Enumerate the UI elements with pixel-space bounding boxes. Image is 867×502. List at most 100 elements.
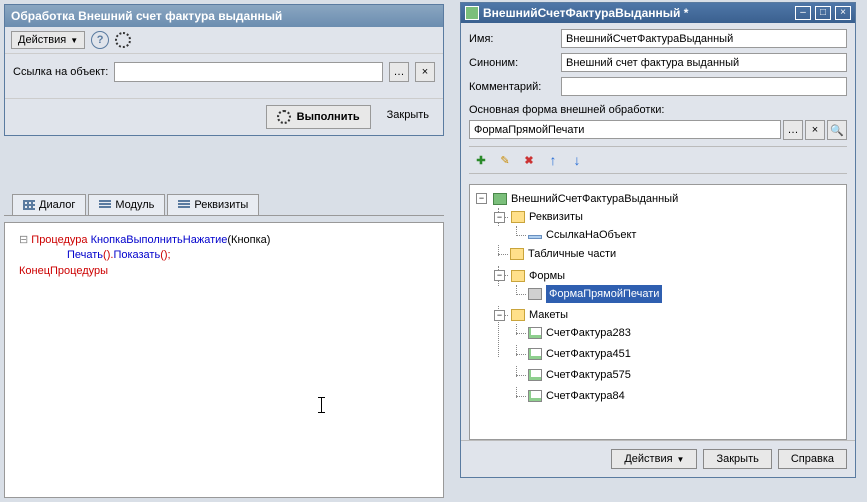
code-proc-name: КнопкаВыполнитьНажатие <box>91 234 228 246</box>
tab-requisites[interactable]: Реквизиты <box>167 194 259 215</box>
close-window-button[interactable]: × <box>835 6 851 20</box>
folder-icon <box>511 309 525 321</box>
execute-label: Выполнить <box>297 111 360 123</box>
tree-layout-item[interactable]: СчетФактура451 <box>528 345 631 363</box>
delete-item-button[interactable]: ✖ <box>519 150 539 170</box>
tree-form1-label: ФормаПрямойПечати <box>546 285 662 303</box>
collapse-icon[interactable]: − <box>476 193 487 204</box>
tree-reflink-label: СсылкаНаОбъект <box>546 226 636 244</box>
tree-forms[interactable]: −Формы <box>510 267 565 285</box>
tab-dialog-label: Диалог <box>39 199 75 211</box>
layout-icon <box>528 369 542 381</box>
code-call-1: Печать <box>67 249 103 261</box>
maximize-button[interactable]: □ <box>815 6 831 20</box>
minimize-button[interactable]: – <box>795 6 811 20</box>
footer-actions-label: Действия <box>624 453 672 465</box>
layout-icon <box>528 348 542 360</box>
tree-layout-item[interactable]: СчетФактура84 <box>528 387 625 405</box>
code-params: (Кнопка) <box>227 234 270 246</box>
object-tree[interactable]: −ВнешнийСчетФактураВыданный −Реквизиты С… <box>469 184 847 440</box>
tree-form-item[interactable]: ФормаПрямойПечати <box>528 285 662 303</box>
ref-object-label: Ссылка на объект: <box>13 66 108 78</box>
folder-icon <box>510 248 524 260</box>
tree-reflink[interactable]: СсылкаНаОбъект <box>528 226 636 244</box>
window-app-icon <box>465 6 479 20</box>
help-icon[interactable]: ? <box>91 31 109 49</box>
edit-item-button[interactable]: ✎ <box>495 150 515 170</box>
name-label: Имя: <box>469 33 557 45</box>
layout-icon <box>528 327 542 339</box>
add-item-button[interactable]: ✚ <box>471 150 491 170</box>
footer-actions-button[interactable]: Действия ▼ <box>611 449 697 469</box>
text-caret-icon <box>321 397 322 413</box>
collapse-icon[interactable]: − <box>494 212 505 223</box>
mainform-search-button[interactable]: 🔍 <box>827 120 847 140</box>
select-ref-button[interactable]: … <box>389 62 409 82</box>
tree-layout-item[interactable]: СчетФактура283 <box>528 324 631 342</box>
execute-button[interactable]: Выполнить <box>266 105 371 129</box>
comment-input[interactable] <box>561 77 847 96</box>
chevron-down-icon: ▼ <box>677 455 685 464</box>
properties-window: ВнешнийСчетФактураВыданный * – □ × Имя: … <box>460 2 856 478</box>
object-icon <box>493 193 507 205</box>
tab-module[interactable]: Модуль <box>88 194 165 215</box>
tab-dialog[interactable]: Диалог <box>12 194 86 215</box>
tree-requisites-label: Реквизиты <box>529 208 583 226</box>
move-down-button[interactable]: ↓ <box>567 150 587 170</box>
code-op-1: (). <box>103 249 113 261</box>
requisites-icon <box>178 200 190 210</box>
synonym-input[interactable] <box>561 53 847 72</box>
properties-footer: Действия ▼ Закрыть Справка <box>461 440 855 477</box>
tree-l1-label: СчетФактура283 <box>546 324 631 342</box>
tree-layouts-label: Макеты <box>529 306 568 324</box>
properties-title: ВнешнийСчетФактураВыданный * <box>483 6 791 20</box>
chevron-down-icon: ▼ <box>70 36 78 45</box>
mainform-browse-button[interactable]: … <box>783 120 803 140</box>
synonym-label: Синоним: <box>469 57 557 69</box>
tree-tabparts[interactable]: Табличные части <box>510 245 616 263</box>
processing-toolbar: Действия ▼ ? <box>5 27 443 54</box>
actions-dropdown[interactable]: Действия ▼ <box>11 31 85 49</box>
close-button[interactable]: Закрыть <box>379 105 437 129</box>
code-op-2: (); <box>160 249 170 261</box>
move-up-button[interactable]: ↑ <box>543 150 563 170</box>
field-icon <box>528 235 542 239</box>
execute-icon <box>277 110 291 124</box>
name-input[interactable] <box>561 29 847 48</box>
editor-tabs: Диалог Модуль Реквизиты <box>4 194 444 216</box>
collapse-icon[interactable]: − <box>494 310 505 321</box>
tree-root[interactable]: −ВнешнийСчетФактураВыданный <box>492 190 678 208</box>
folder-icon <box>511 211 525 223</box>
tree-forms-label: Формы <box>529 267 565 285</box>
form-icon <box>528 288 542 300</box>
mainform-label: Основная форма внешней обработки: <box>469 104 847 116</box>
tab-module-label: Модуль <box>115 199 154 211</box>
dialog-icon <box>23 200 35 210</box>
mainform-input[interactable] <box>469 120 781 139</box>
folder-icon <box>511 270 525 282</box>
processing-window: Обработка Внешний счет фактура выданный … <box>4 4 444 136</box>
code-editor[interactable]: ⊟ Процедура КнопкаВыполнитьНажатие(Кнопк… <box>4 222 444 498</box>
tree-tabparts-label: Табличные части <box>528 245 616 263</box>
clear-ref-button[interactable]: × <box>415 62 435 82</box>
tree-layouts[interactable]: −Макеты <box>510 306 568 324</box>
ref-object-input[interactable] <box>114 62 383 82</box>
comment-label: Комментарий: <box>469 81 557 93</box>
footer-help-button[interactable]: Справка <box>778 449 847 469</box>
tree-root-label: ВнешнийСчетФактураВыданный <box>511 190 678 208</box>
tree-requisites[interactable]: −Реквизиты <box>510 208 583 226</box>
tab-requisites-label: Реквизиты <box>194 199 248 211</box>
progress-icon <box>115 32 131 48</box>
code-kw-procedure: Процедура <box>31 234 87 246</box>
footer-close-button[interactable]: Закрыть <box>703 449 771 469</box>
tree-layout-item[interactable]: СчетФактура575 <box>528 366 631 384</box>
layout-icon <box>528 390 542 402</box>
mainform-clear-button[interactable]: × <box>805 120 825 140</box>
code-kw-endproc: КонецПроцедуры <box>19 265 108 277</box>
tree-l2-label: СчетФактура451 <box>546 345 631 363</box>
tree-l4-label: СчетФактура84 <box>546 387 625 405</box>
tree-toolbar: ✚ ✎ ✖ ↑ ↓ <box>469 146 847 174</box>
actions-label: Действия <box>18 34 66 46</box>
collapse-icon[interactable]: − <box>494 270 505 281</box>
processing-window-title: Обработка Внешний счет фактура выданный <box>5 5 443 27</box>
